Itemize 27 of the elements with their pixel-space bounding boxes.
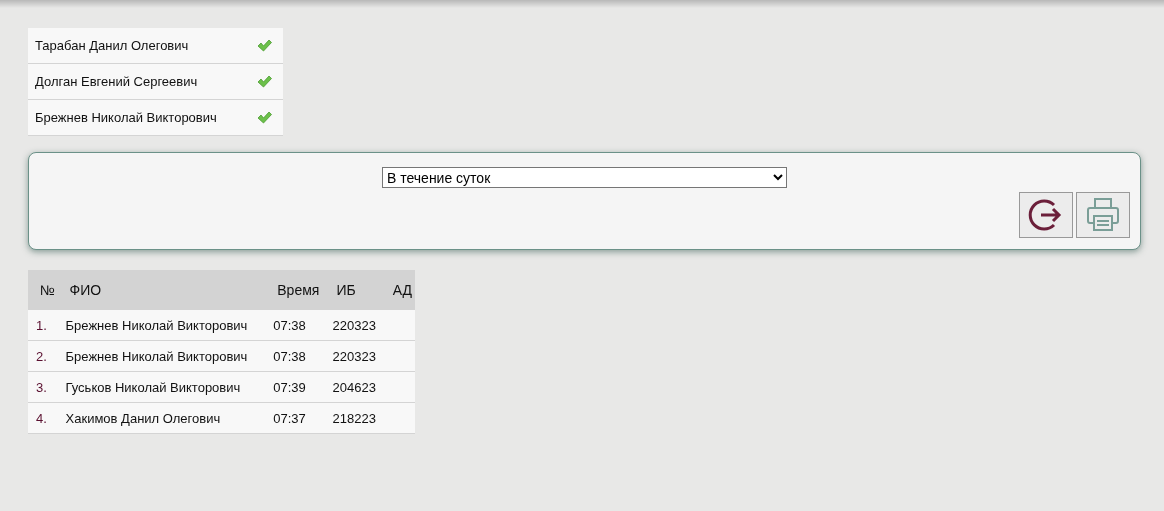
column-header: АД bbox=[380, 270, 415, 310]
table-cell: 204623 bbox=[324, 371, 381, 403]
table-cell: 3. bbox=[28, 371, 58, 403]
table-cell: 07:38 bbox=[265, 340, 325, 372]
table-cell: Гуськов Николай Викторович bbox=[57, 371, 266, 403]
person-name: Брежнев Николай Викторович bbox=[35, 110, 217, 125]
period-select[interactable]: В течение суток bbox=[382, 167, 787, 188]
person-name: Долган Евгений Сергеевич bbox=[35, 74, 198, 89]
person-name: Тарабан Данил Олегович bbox=[35, 38, 189, 53]
table-cell: 220323 bbox=[324, 340, 381, 372]
column-header: ИБ bbox=[324, 270, 381, 310]
table-cell: Брежнев Николай Викторович bbox=[57, 310, 266, 341]
table-cell: 07:37 bbox=[265, 402, 325, 434]
column-header: ФИО bbox=[57, 270, 266, 310]
table-cell: Брежнев Николай Викторович bbox=[57, 340, 266, 372]
column-header: Время bbox=[265, 270, 325, 310]
table-cell: 4. bbox=[28, 402, 58, 434]
table-cell: 07:39 bbox=[265, 371, 325, 403]
logout-button[interactable] bbox=[1019, 192, 1073, 238]
printer-icon bbox=[1084, 196, 1122, 234]
table-cell: 2. bbox=[28, 340, 58, 372]
table-cell: 220323 bbox=[324, 310, 381, 341]
table-cell: 218223 bbox=[324, 402, 381, 434]
table-cell: 07:38 bbox=[265, 310, 325, 341]
column-header: № bbox=[28, 270, 58, 310]
table-cell: 1. bbox=[28, 310, 58, 341]
table-cell: Хакимов Данил Олегович bbox=[57, 402, 266, 434]
